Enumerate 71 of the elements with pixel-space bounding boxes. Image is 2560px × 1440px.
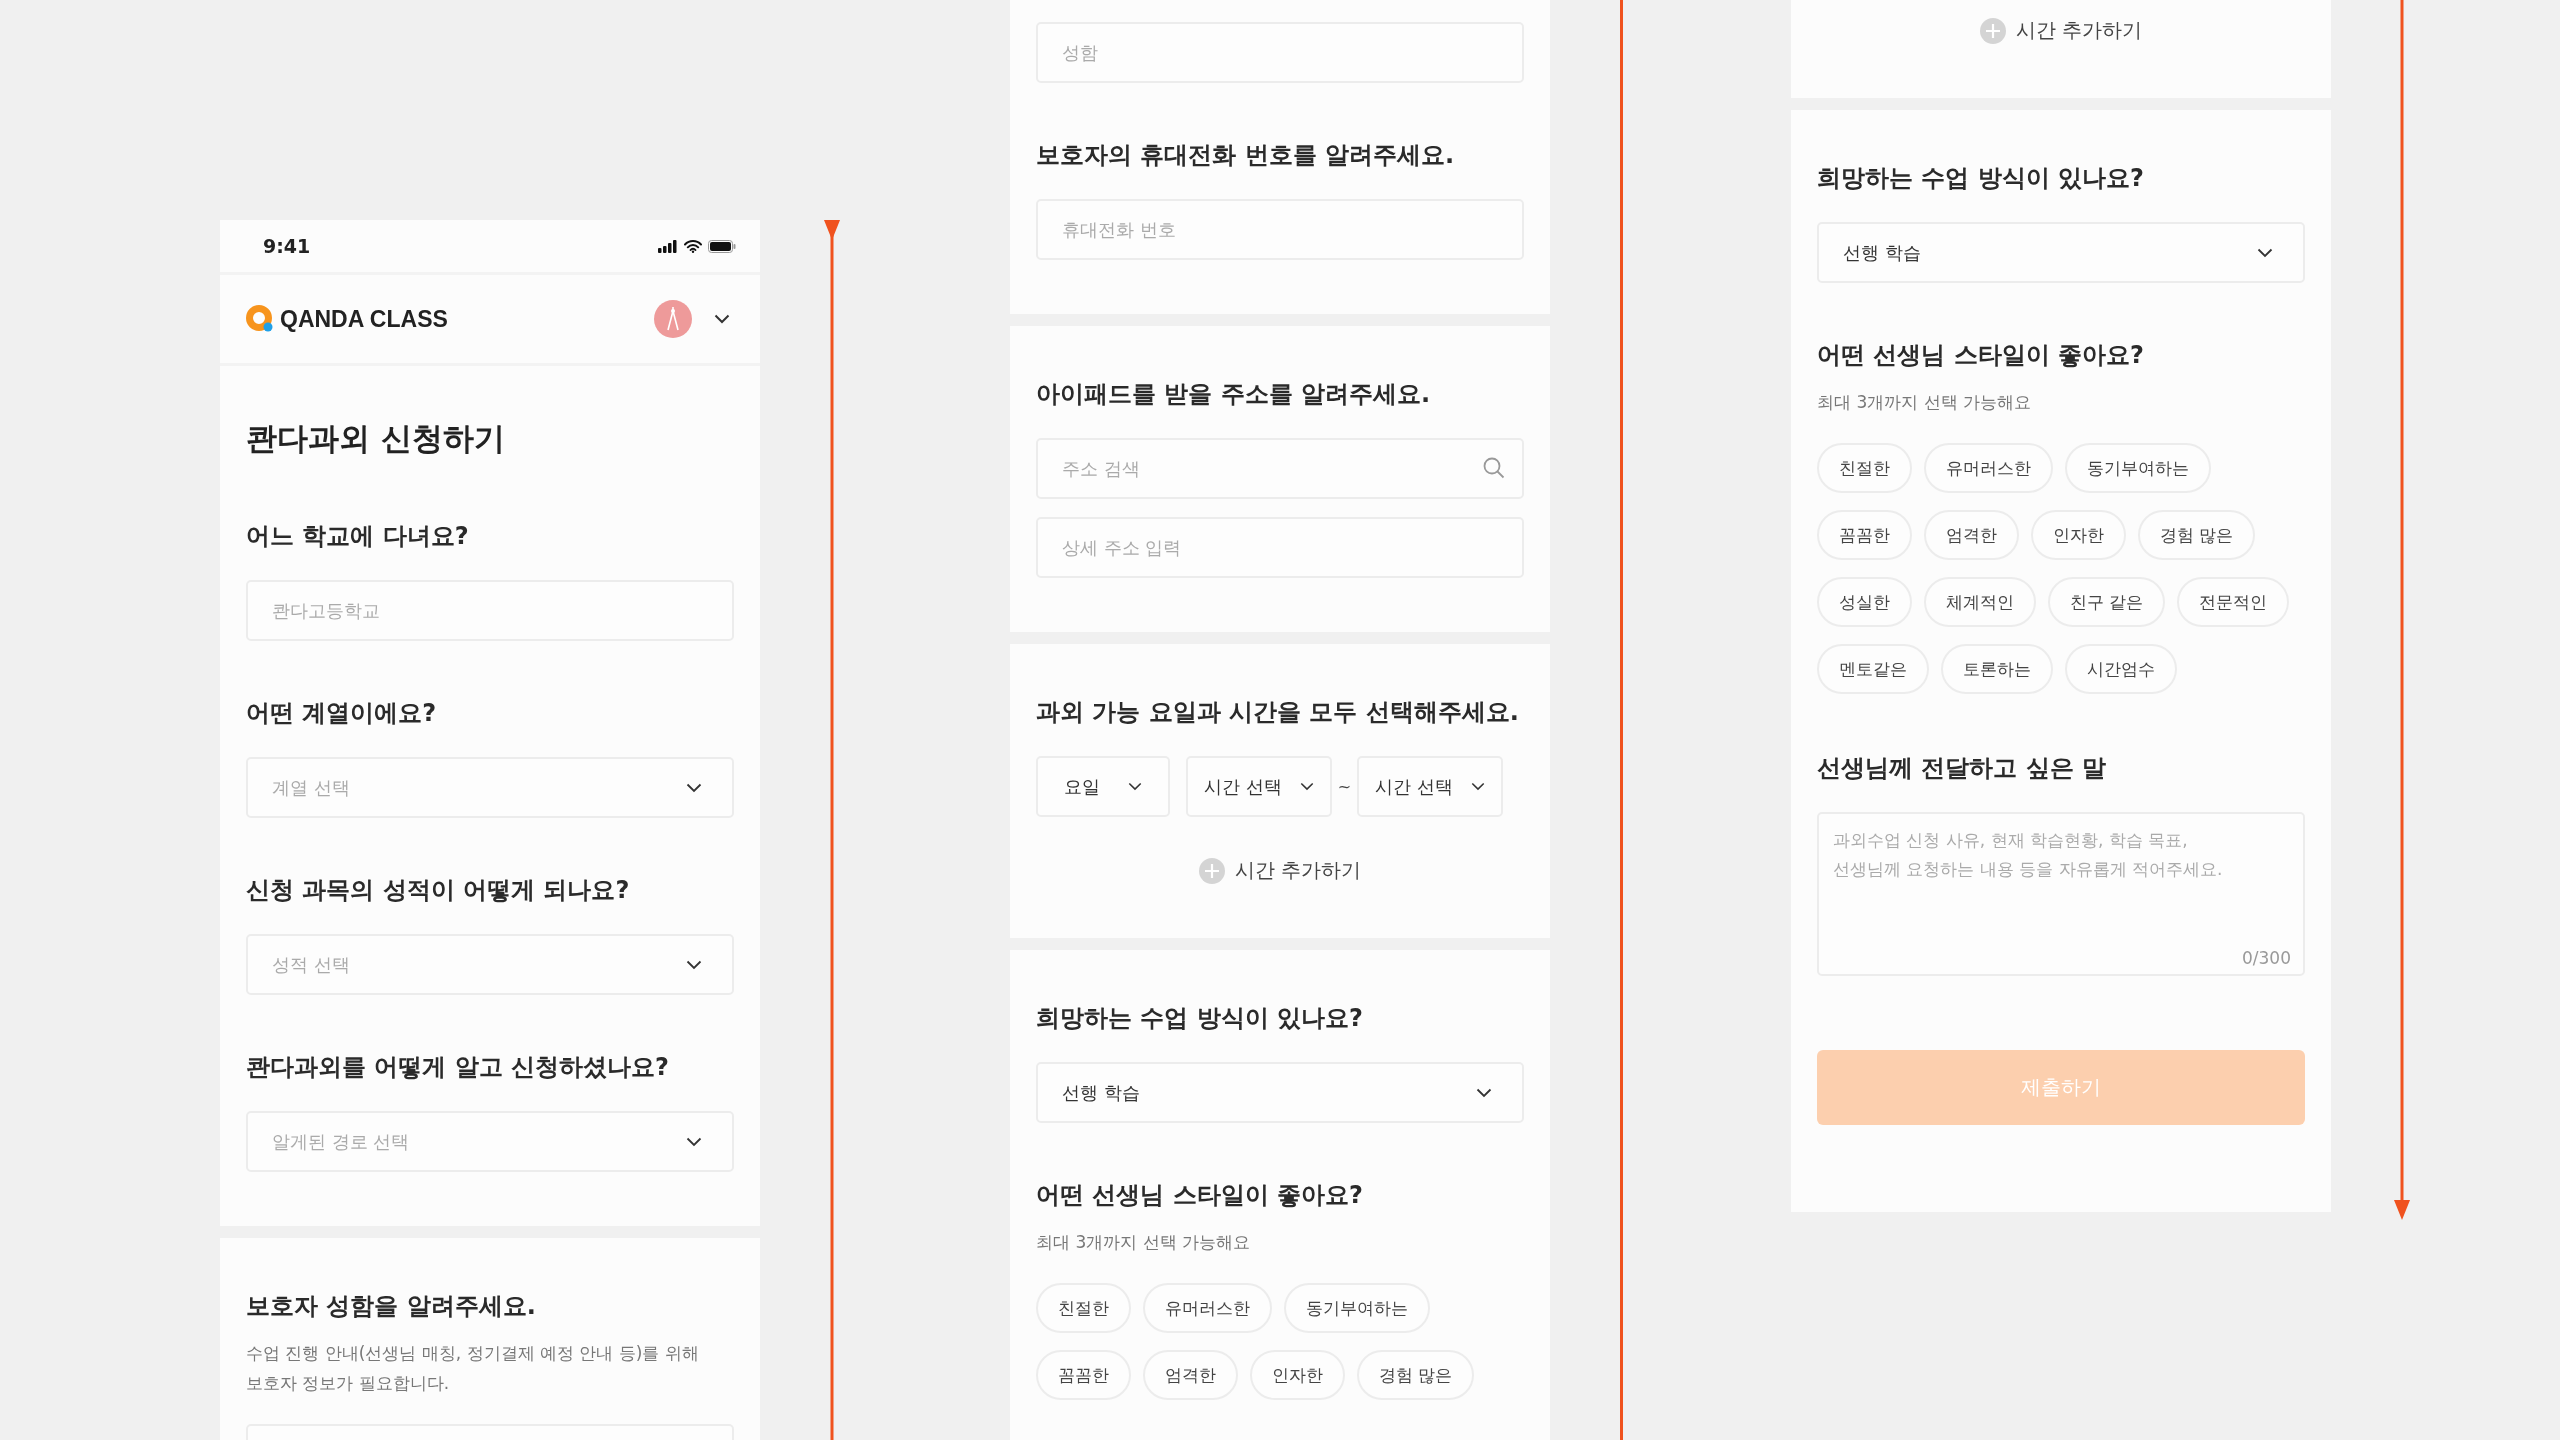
style-chip[interactable]: 엄격한 [1143, 1350, 1238, 1400]
chevron-down-icon [686, 1136, 702, 1147]
style-chip[interactable]: 인자한 [2031, 510, 2126, 560]
chevron-down-icon [1128, 782, 1142, 791]
question-label: 과외 가능 요일과 시간을 모두 선택해주세요. [1036, 697, 1520, 728]
style-chip[interactable]: 친절한 [1817, 443, 1912, 493]
style-chip[interactable]: 체계적인 [1924, 577, 2036, 627]
chevron-down-icon [1476, 1087, 1492, 1098]
dropdown[interactable]: 선행 학습 [1817, 222, 2305, 283]
style-chip[interactable]: 친절한 [1036, 1283, 1131, 1333]
style-chip[interactable]: 유머러스한 [1924, 443, 2053, 493]
question-label: 어떤 선생님 스타일이 좋아요? [1036, 1180, 1364, 1211]
chevron-down-icon[interactable] [714, 314, 730, 324]
wifi-icon [684, 239, 702, 253]
input-field[interactable]: 성함 [1036, 22, 1524, 83]
chevron-down-icon [1470, 782, 1485, 791]
question-label: 희망하는 수업 방식이 있나요? [1817, 163, 2145, 194]
dropdown[interactable]: 선행 학습 [1036, 1062, 1524, 1123]
style-chip[interactable]: 경험 많은 [2138, 510, 2256, 560]
input-field[interactable]: 상세 주소 입력 [1036, 517, 1524, 578]
question-label: 콴다과외를 어떻게 알고 신청하셨나요? [246, 1052, 670, 1083]
style-chip[interactable]: 시간엄수 [2065, 644, 2177, 694]
question-label: 보호자의 휴대전화 번호를 알려주세요. [1036, 140, 1456, 171]
status-time: 9:41 [263, 235, 311, 257]
question-label: 아이패드를 받을 주소를 알려주세요. [1036, 379, 1432, 410]
dropdown[interactable]: 시간 선택 [1357, 756, 1503, 817]
input-field[interactable]: 콴다고등학교 [246, 580, 734, 641]
style-chip[interactable]: 멘토같은 [1817, 644, 1929, 694]
plus-circle-icon [1979, 17, 2006, 44]
style-chip[interactable]: 동기부여하는 [1284, 1283, 1430, 1333]
style-chip[interactable]: 꼼꼼한 [1817, 510, 1912, 560]
hint-text: 수업 진행 안내(선생님 매칭, 정기결제 예정 안내 등)를 위해 보호자 정보가 필요합니다. [246, 1342, 700, 1395]
logo-icon [246, 305, 274, 333]
signal-icon [658, 239, 678, 253]
search-field[interactable]: 주소 검색 [1036, 438, 1524, 499]
style-chip[interactable]: 성실한 [1817, 577, 1912, 627]
avatar-icon[interactable] [654, 300, 692, 338]
hint-text: 최대 3개까지 선택 가능해요 [1036, 1231, 1252, 1254]
chevron-down-icon [2257, 247, 2273, 258]
battery-icon [708, 239, 736, 253]
dropdown[interactable]: 요일 [1036, 756, 1170, 817]
style-chip[interactable]: 인자한 [1250, 1350, 1345, 1400]
add-time-button[interactable]: 시간 추가하기 [1198, 857, 1362, 884]
brand-name: QANDA CLASS [280, 305, 448, 333]
style-chip[interactable]: 엄격한 [1924, 510, 2019, 560]
style-chip[interactable]: 친구 같은 [2048, 577, 2166, 627]
dropdown[interactable]: 시간 선택 [1186, 756, 1332, 817]
question-label: 선생님께 전달하고 싶은 말 [1817, 753, 2108, 784]
hint-text: 최대 3개까지 선택 가능해요 [1817, 391, 2033, 414]
style-chip[interactable]: 전문적인 [2177, 577, 2290, 627]
search-icon[interactable] [1482, 456, 1506, 480]
style-chip[interactable]: 동기부여하는 [2065, 443, 2211, 493]
input-field[interactable]: 휴대전화 번호 [1036, 199, 1524, 260]
question-label: 어떤 계열이에요? [246, 698, 438, 729]
style-chip[interactable]: 꼼꼼한 [1036, 1350, 1131, 1400]
question-label: 어느 학교에 다녀요? [246, 521, 470, 552]
character-counter: 0/300 [2242, 948, 2291, 968]
question-label: 희망하는 수업 방식이 있나요? [1036, 1003, 1364, 1034]
chevron-down-icon [686, 959, 702, 970]
plus-circle-icon [1198, 857, 1225, 884]
chevron-down-icon [1299, 782, 1314, 791]
question-label: 보호자 성함을 알려주세요. [246, 1291, 537, 1322]
chevron-down-icon [686, 782, 702, 793]
style-chip[interactable]: 토론하는 [1941, 644, 2053, 694]
question-label: 신청 과목의 성적이 어떻게 되나요? [246, 875, 631, 906]
range-separator: ~ [1337, 777, 1352, 796]
page-title: 콴다과외 신청하기 [246, 419, 506, 458]
add-time-button[interactable]: 시간 추가하기 [1979, 17, 2143, 44]
style-chip[interactable]: 경험 많은 [1357, 1350, 1475, 1400]
style-chip[interactable]: 유머러스한 [1143, 1283, 1272, 1333]
question-label: 어떤 선생님 스타일이 좋아요? [1817, 340, 2145, 371]
